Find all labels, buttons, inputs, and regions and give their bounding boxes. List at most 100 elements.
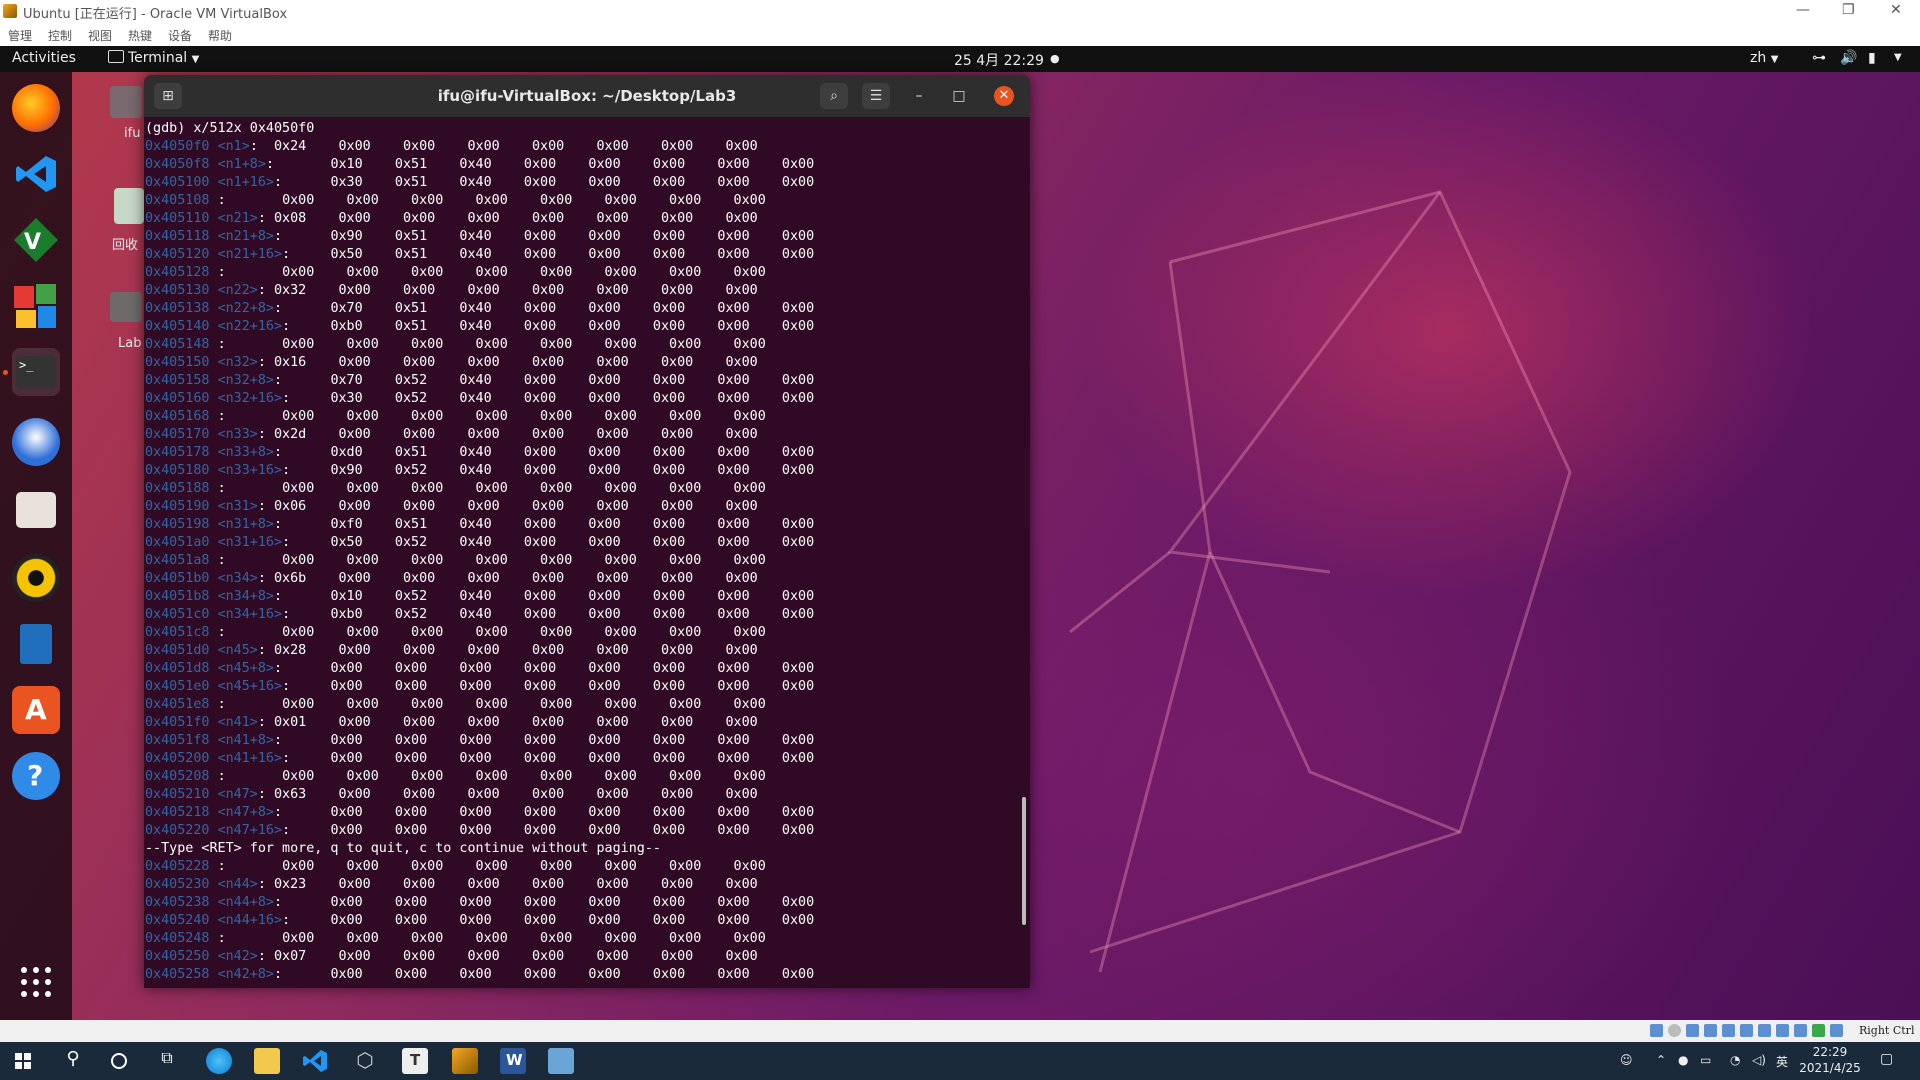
taskbar-clock[interactable]: 22:29 2021/4/25 xyxy=(1795,1044,1865,1076)
files-icon[interactable] xyxy=(12,486,60,534)
audio-icon[interactable] xyxy=(1686,1024,1699,1037)
terminal-window[interactable]: ⊞ ifu@ifu-VirtualBox: ~/Desktop/Lab3 ⌕ ☰… xyxy=(144,75,1030,988)
ime-indicator[interactable]: 英 xyxy=(1776,1053,1788,1070)
virtualbox-taskbar-icon[interactable] xyxy=(452,1048,478,1074)
software-center-icon[interactable]: A xyxy=(12,686,60,734)
volume-icon[interactable]: 🔊 xyxy=(1840,50,1857,66)
file-explorer-icon[interactable] xyxy=(254,1048,280,1074)
battery-icon[interactable]: ▮ xyxy=(1868,50,1876,66)
cortana-icon[interactable] xyxy=(106,1048,132,1074)
word-icon[interactable]: W xyxy=(500,1048,526,1074)
menu-devices[interactable]: 设备 xyxy=(168,27,192,44)
usb-icon[interactable] xyxy=(1722,1024,1735,1037)
memory-values: 0x00 0x00 0x00 0x00 0x00 0x00 0x00 0x00 xyxy=(330,895,815,910)
row-separator: : xyxy=(217,859,283,874)
vim-icon[interactable]: V xyxy=(12,216,60,264)
wifi-icon[interactable]: ◔ xyxy=(1730,1053,1740,1067)
help-icon[interactable]: ? xyxy=(12,752,60,800)
desktop-icon-label: 回收 xyxy=(112,238,139,253)
symbol-label: <n32> xyxy=(217,355,258,370)
chevron-up-icon[interactable]: ⌃ xyxy=(1656,1053,1666,1067)
network-icon[interactable]: ⊶ xyxy=(1812,50,1826,66)
ubuntu-topbar: Activities Terminal ▼ 25 4月 22:29 ● zh ▼… xyxy=(0,46,1920,72)
memory-row: 0x405228 : 0x00 0x00 0x00 0x00 0x00 0x00… xyxy=(145,859,766,877)
writer-icon[interactable] xyxy=(12,620,60,668)
hamburger-menu-icon[interactable]: ☰ xyxy=(862,83,890,109)
firefox-icon[interactable] xyxy=(12,84,60,132)
optical-drive-icon[interactable] xyxy=(1668,1024,1681,1037)
rhythmbox-icon[interactable] xyxy=(12,554,60,602)
terminal-scrollbar[interactable] xyxy=(1022,797,1026,925)
symbol-label: <n32+8> xyxy=(217,373,274,388)
close-icon[interactable]: ✕ xyxy=(1890,2,1902,18)
memory-row: 0x405120 <n21+16>: 0x50 0x51 0x40 0x00 0… xyxy=(145,247,814,265)
edge-icon[interactable] xyxy=(206,1048,232,1074)
network-adapter-icon[interactable] xyxy=(1704,1024,1717,1037)
harddisk-icon[interactable] xyxy=(1650,1024,1663,1037)
svg-text:V: V xyxy=(24,230,41,255)
keyboard-icon[interactable] xyxy=(1830,1024,1843,1037)
memory-address: 0x405240 xyxy=(145,913,210,928)
typora-icon[interactable]: T xyxy=(402,1048,428,1074)
restore-icon[interactable]: ❐ xyxy=(1842,2,1855,18)
terminal-app-menu[interactable]: Terminal ▼ xyxy=(108,50,199,66)
system-menu-chevron-icon[interactable]: ▼ xyxy=(1894,52,1902,63)
notification-center-icon[interactable]: ▢ xyxy=(1880,1051,1893,1067)
libreoffice-icon[interactable] xyxy=(12,282,60,330)
host-titlebar: Ubuntu [正在运行] - Oracle VM VirtualBox — ❐… xyxy=(0,0,1920,24)
shared-folders-icon[interactable] xyxy=(1740,1024,1753,1037)
memory-row: 0x405200 <n41+16>: 0x00 0x00 0x00 0x00 0… xyxy=(145,751,814,769)
display-icon[interactable] xyxy=(1758,1024,1771,1037)
minimize-icon[interactable]: – xyxy=(908,85,930,107)
memory-values: 0x00 0x00 0x00 0x00 0x00 0x00 0x00 0x00 xyxy=(330,913,815,928)
terminal-output[interactable]: (gdb) x/512x 0x4050f0 0x4050f0 <n1>: 0x2… xyxy=(144,121,1030,988)
desktop-icon-trash[interactable] xyxy=(114,188,144,224)
volume-icon[interactable]: ◁) xyxy=(1752,1053,1766,1067)
terminal-icon[interactable]: >_ xyxy=(12,348,60,396)
language-selector[interactable]: zh ▼ xyxy=(1750,50,1778,66)
qq-icon[interactable]: ● xyxy=(1678,1053,1688,1067)
menu-manage[interactable]: 管理 xyxy=(8,27,32,44)
clock[interactable]: 25 4月 22:29 xyxy=(954,50,1044,70)
menu-help[interactable]: 帮助 xyxy=(208,27,232,44)
memory-address: 0x4051f0 xyxy=(145,715,210,730)
menu-control[interactable]: 控制 xyxy=(48,27,72,44)
memory-values: 0x00 0x00 0x00 0x00 0x00 0x00 0x00 0x00 xyxy=(282,193,766,208)
people-icon[interactable]: ☺ xyxy=(1620,1053,1633,1067)
vscode-taskbar-icon[interactable] xyxy=(302,1048,328,1074)
show-apps-grid-icon[interactable] xyxy=(12,958,60,1006)
memory-values: 0x08 0x00 0x00 0x00 0x00 0x00 0x00 0x00 xyxy=(274,211,758,226)
memory-address: 0x4051b0 xyxy=(145,571,210,586)
desktop-icon-home[interactable] xyxy=(110,86,142,118)
mouse-integration-icon[interactable] xyxy=(1812,1024,1825,1037)
search-icon[interactable]: ⌕ xyxy=(820,83,848,109)
chevron-down-icon: ▼ xyxy=(191,54,200,65)
menu-view[interactable]: 视图 xyxy=(88,27,112,44)
notepad-icon[interactable] xyxy=(548,1048,574,1074)
minimize-icon[interactable]: — xyxy=(1796,2,1810,18)
row-separator: : xyxy=(249,139,274,154)
vscode-icon[interactable] xyxy=(12,150,60,198)
terminal-titlebar[interactable]: ⊞ ifu@ifu-VirtualBox: ~/Desktop/Lab3 ⌕ ☰… xyxy=(144,75,1030,117)
desktop-icon-folder[interactable] xyxy=(110,292,142,322)
maximize-icon[interactable]: □ xyxy=(948,85,970,107)
3d-viewer-icon[interactable]: ⬡ xyxy=(352,1048,378,1074)
row-separator: : xyxy=(274,805,331,820)
close-icon[interactable]: ✕ xyxy=(994,86,1014,106)
memory-row: 0x405178 <n33+8>: 0xd0 0x51 0x40 0x00 0x… xyxy=(145,445,814,463)
task-view-icon[interactable]: ⧉ xyxy=(154,1048,180,1074)
cpu-icon[interactable] xyxy=(1794,1024,1807,1037)
search-icon[interactable]: ⚲ xyxy=(60,1048,86,1074)
symbol-label: <n34> xyxy=(217,571,258,586)
battery-icon[interactable]: ▭ xyxy=(1700,1053,1711,1067)
symbol-label: <n45> xyxy=(217,643,258,658)
activities-button[interactable]: Activities xyxy=(12,50,76,66)
memory-row: 0x4051a8 : 0x00 0x00 0x00 0x00 0x00 0x00… xyxy=(145,553,766,571)
recording-icon[interactable] xyxy=(1776,1024,1789,1037)
menu-hotkey[interactable]: 热键 xyxy=(128,27,152,44)
row-separator: : xyxy=(282,463,331,478)
memory-row: 0x4051f8 <n41+8>: 0x00 0x00 0x00 0x00 0x… xyxy=(145,733,814,751)
memory-row: 0x405258 <n42+8>: 0x00 0x00 0x00 0x00 0x… xyxy=(145,967,814,985)
thunderbird-icon[interactable] xyxy=(12,418,60,466)
windows-start-icon[interactable] xyxy=(10,1048,36,1074)
